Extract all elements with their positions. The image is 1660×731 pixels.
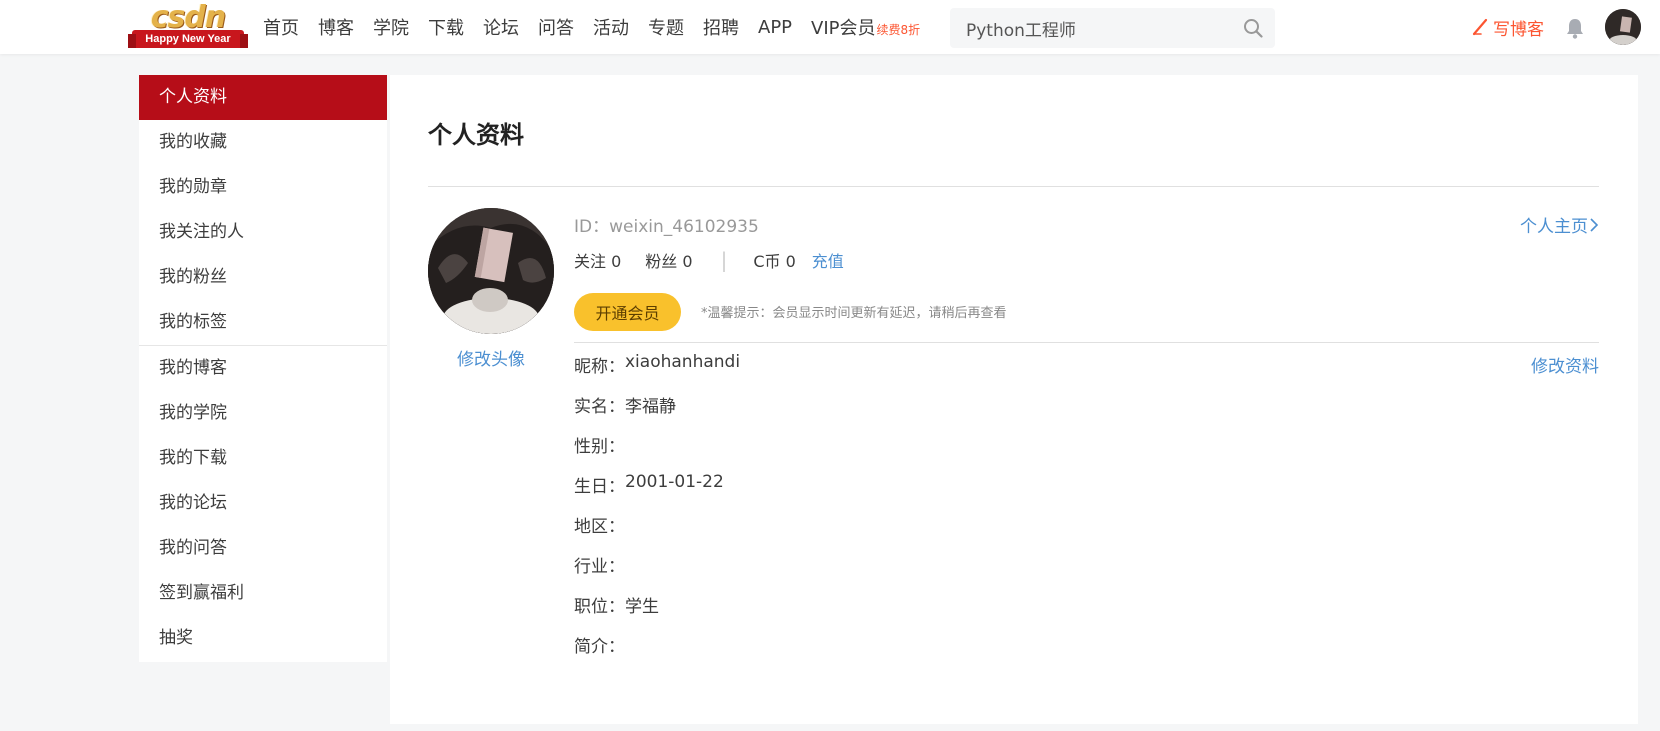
- write-blog-label: 写博客: [1493, 19, 1544, 40]
- sidebar: 个人资料 我的收藏 我的勋章 我关注的人 我的粉丝 我的标签 我的博客 我的学院…: [139, 75, 387, 662]
- sidebar-item-my-blog[interactable]: 我的博客: [139, 346, 387, 391]
- edit-profile-link[interactable]: 修改资料: [1531, 352, 1599, 377]
- field-label: 行业：: [574, 557, 625, 577]
- write-blog-button[interactable]: 写博客: [1471, 0, 1544, 54]
- logo-wordmark: csdn: [150, 0, 226, 35]
- field-industry: 行业：: [574, 552, 740, 592]
- field-birthday: 生日： 2001-01-22: [574, 472, 740, 512]
- sidebar-item-fans[interactable]: 我的粉丝: [139, 255, 387, 300]
- open-vip-button[interactable]: 开通会员: [574, 293, 681, 331]
- avatar-image: [428, 208, 554, 334]
- nav-item-forum[interactable]: 论坛: [483, 14, 519, 40]
- sidebar-item-following[interactable]: 我关注的人: [139, 210, 387, 255]
- search-icon[interactable]: [1243, 18, 1263, 38]
- nav-item-jobs[interactable]: 招聘: [703, 14, 739, 40]
- info-divider: [574, 342, 1599, 343]
- sidebar-item-favorites[interactable]: 我的收藏: [139, 120, 387, 165]
- sidebar-item-tags[interactable]: 我的标签: [139, 300, 387, 345]
- field-nickname: 昵称： xiaohanhandi: [574, 352, 740, 392]
- pen-icon: [1472, 18, 1488, 36]
- field-value: 2001-01-22: [625, 472, 724, 492]
- personal-homepage-link[interactable]: 个人主页: [1520, 212, 1600, 237]
- user-avatar[interactable]: [1605, 9, 1641, 45]
- recharge-link[interactable]: 充值: [812, 248, 844, 272]
- top-navbar: csdn Happy New Year 首页 博客 学院 下载 论坛 问答 活动…: [0, 0, 1660, 54]
- csdn-logo[interactable]: csdn Happy New Year: [128, 0, 248, 52]
- field-bio: 简介：: [574, 632, 740, 672]
- sidebar-item-checkin[interactable]: 签到赢福利: [139, 571, 387, 616]
- change-avatar-link[interactable]: 修改头像: [428, 345, 554, 370]
- vip-label: VIP会员: [811, 18, 876, 39]
- nav-item-blog[interactable]: 博客: [318, 14, 354, 40]
- sidebar-item-profile[interactable]: 个人资料: [139, 75, 387, 120]
- field-label: 地区：: [574, 517, 625, 537]
- field-label: 生日：: [574, 477, 625, 497]
- stats-separator: |: [720, 248, 728, 272]
- field-gender: 性别：: [574, 432, 740, 472]
- chevron-right-icon: [1590, 217, 1599, 232]
- profile-panel: 个人资料 修改头像 ID：weixin_46102935 个人主页 关注 0 粉…: [390, 75, 1638, 724]
- field-label: 实名：: [574, 397, 625, 417]
- field-label: 昵称：: [574, 357, 625, 377]
- field-value: 李福静: [625, 397, 676, 417]
- nav-item-topics[interactable]: 专题: [648, 14, 684, 40]
- following-count[interactable]: 关注 0: [574, 248, 621, 272]
- field-label: 简介：: [574, 637, 625, 657]
- coin-balance: C币 0: [753, 252, 796, 271]
- nav-item-academy[interactable]: 学院: [373, 14, 409, 40]
- main-nav: 首页 博客 学院 下载 论坛 问答 活动 专题 招聘 APP VIP会员 续费8…: [263, 0, 939, 54]
- sidebar-item-medals[interactable]: 我的勋章: [139, 165, 387, 210]
- sidebar-item-lottery[interactable]: 抽奖: [139, 616, 387, 661]
- field-value: xiaohanhandi: [625, 352, 741, 372]
- sidebar-item-my-qa[interactable]: 我的问答: [139, 526, 387, 571]
- nav-item-app[interactable]: APP: [758, 17, 792, 38]
- avatar-image: [1605, 9, 1641, 45]
- search-input[interactable]: [950, 8, 1235, 48]
- nav-item-home[interactable]: 首页: [263, 14, 299, 40]
- home-link-label: 个人主页: [1520, 217, 1588, 237]
- title-divider: [428, 186, 1599, 187]
- nav-item-events[interactable]: 活动: [593, 14, 629, 40]
- field-real-name: 实名： 李福静: [574, 392, 740, 432]
- logo-ribbon: Happy New Year: [128, 30, 248, 48]
- user-id: ID：weixin_46102935: [574, 217, 759, 237]
- bell-icon[interactable]: [1565, 17, 1585, 39]
- sidebar-item-my-forum[interactable]: 我的论坛: [139, 481, 387, 526]
- profile-avatar: [428, 208, 554, 334]
- field-value: 学生: [625, 597, 659, 617]
- field-position: 职位： 学生: [574, 592, 740, 632]
- page-title: 个人资料: [428, 121, 524, 149]
- user-stats: 关注 0 粉丝 0 | C币 0 充值: [574, 248, 844, 272]
- field-label: 职位：: [574, 597, 625, 617]
- search-box: [950, 8, 1275, 48]
- nav-item-download[interactable]: 下载: [428, 14, 464, 40]
- profile-info-list: 昵称： xiaohanhandi 实名： 李福静 性别： 生日： 2001-01…: [574, 352, 740, 672]
- nav-item-qa[interactable]: 问答: [538, 14, 574, 40]
- vip-tip-text: *温馨提示：会员显示时间更新有延迟，请稍后再查看: [701, 306, 1007, 321]
- vip-discount-badge: 续费8折: [876, 23, 921, 37]
- nav-item-vip[interactable]: VIP会员 续费8折: [811, 14, 920, 40]
- field-region: 地区：: [574, 512, 740, 552]
- sidebar-item-my-downloads[interactable]: 我的下载: [139, 436, 387, 481]
- field-label: 性别：: [574, 437, 625, 457]
- fans-count[interactable]: 粉丝 0: [645, 248, 692, 272]
- sidebar-item-my-academy[interactable]: 我的学院: [139, 391, 387, 436]
